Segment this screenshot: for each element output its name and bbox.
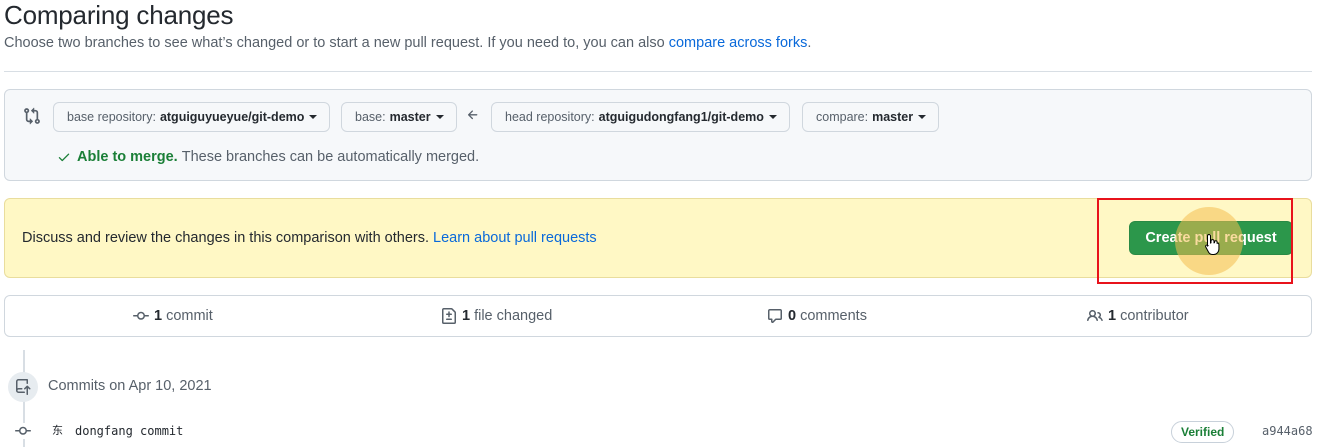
- people-icon: [1087, 309, 1103, 322]
- files-count: 1: [462, 308, 471, 324]
- verified-badge[interactable]: Verified: [1171, 421, 1235, 443]
- commits-badge: [8, 372, 38, 402]
- discuss-text-container: Discuss and review the changes in this c…: [22, 230, 597, 246]
- head-repository-select[interactable]: head repository: atguigudongfang1/git-de…: [491, 102, 790, 132]
- comments-count: 0: [788, 308, 797, 324]
- summary-contributors-tab[interactable]: 1 contributor: [1087, 296, 1189, 336]
- caret-down-icon: [768, 115, 777, 119]
- compare-across-forks-link[interactable]: compare across forks: [669, 35, 808, 51]
- base-branch-select[interactable]: base: master: [341, 102, 457, 132]
- head-repository-label: head repository:: [505, 110, 595, 124]
- base-branch-label: base:: [355, 110, 386, 124]
- file-diff-icon: [442, 308, 456, 324]
- merge-status-text: These branches can be automatically merg…: [181, 149, 480, 165]
- range-editor: base repository: atguiguyueyue/git-demo …: [4, 89, 1312, 181]
- summary-commits-tab[interactable]: 1 commit: [133, 296, 213, 336]
- compare-page: Comparing changes Choose two branches to…: [0, 0, 1337, 447]
- summary-files-tab[interactable]: 1 file changed: [441, 296, 552, 336]
- compare-branch-select[interactable]: compare: master: [802, 102, 940, 132]
- subtitle-text: Choose two branches to see what’s change…: [4, 35, 665, 51]
- merge-status-title: Able to merge.: [77, 149, 178, 165]
- caret-down-icon: [435, 115, 444, 119]
- merge-status: Able to merge. These branches can be aut…: [57, 149, 479, 165]
- check-icon: [58, 153, 70, 162]
- commits-label: commit: [166, 308, 213, 324]
- base-repository-label: base repository:: [67, 110, 156, 124]
- discuss-banner: Discuss and review the changes in this c…: [4, 198, 1312, 278]
- page-subtitle: Choose two branches to see what’s change…: [4, 35, 811, 51]
- files-label: file changed: [474, 308, 553, 324]
- repo-push-icon: [16, 379, 31, 395]
- comments-label: comments: [800, 308, 867, 324]
- subtitle-suffix: .: [807, 35, 812, 51]
- commits-group-heading: Commits on Apr 10, 2021: [48, 378, 212, 394]
- commits-count: 1: [154, 308, 163, 324]
- base-repository-select[interactable]: base repository: atguiguyueyue/git-demo: [53, 102, 331, 132]
- comment-icon: [768, 309, 782, 323]
- commit-sha-link[interactable]: a944a68: [1262, 424, 1313, 438]
- git-commit-icon: [133, 311, 149, 320]
- learn-about-pull-requests-link[interactable]: Learn about pull requests: [433, 230, 597, 246]
- summary-comments-tab[interactable]: 0 comments: [767, 296, 867, 336]
- arrow-left-icon: [467, 110, 478, 120]
- base-repository-value: atguiguyueyue/git-demo: [159, 110, 305, 124]
- contributors-label: contributor: [1120, 308, 1189, 324]
- avatar[interactable]: 东: [52, 422, 63, 438]
- page-title: Comparing changes: [4, 0, 234, 30]
- commit-message-link[interactable]: dongfang commit: [75, 424, 183, 438]
- head-repository-value: atguigudongfang1/git-demo: [598, 110, 764, 124]
- base-branch-value: master: [389, 110, 431, 124]
- git-commit-icon: [14, 423, 32, 439]
- contributors-count: 1: [1108, 308, 1117, 324]
- discuss-text: Discuss and review the changes in this c…: [22, 230, 429, 246]
- caret-down-icon: [309, 115, 318, 119]
- compare-branch-value: master: [872, 110, 914, 124]
- divider: [4, 71, 1312, 72]
- compare-branch-label: compare:: [816, 110, 869, 124]
- caret-down-icon: [918, 115, 927, 119]
- hand-pointer-cursor-icon: [1205, 233, 1220, 255]
- git-compare-icon: [24, 107, 40, 125]
- overall-summary: 1 commit 1 file changed 0 comments 1 con…: [4, 295, 1312, 337]
